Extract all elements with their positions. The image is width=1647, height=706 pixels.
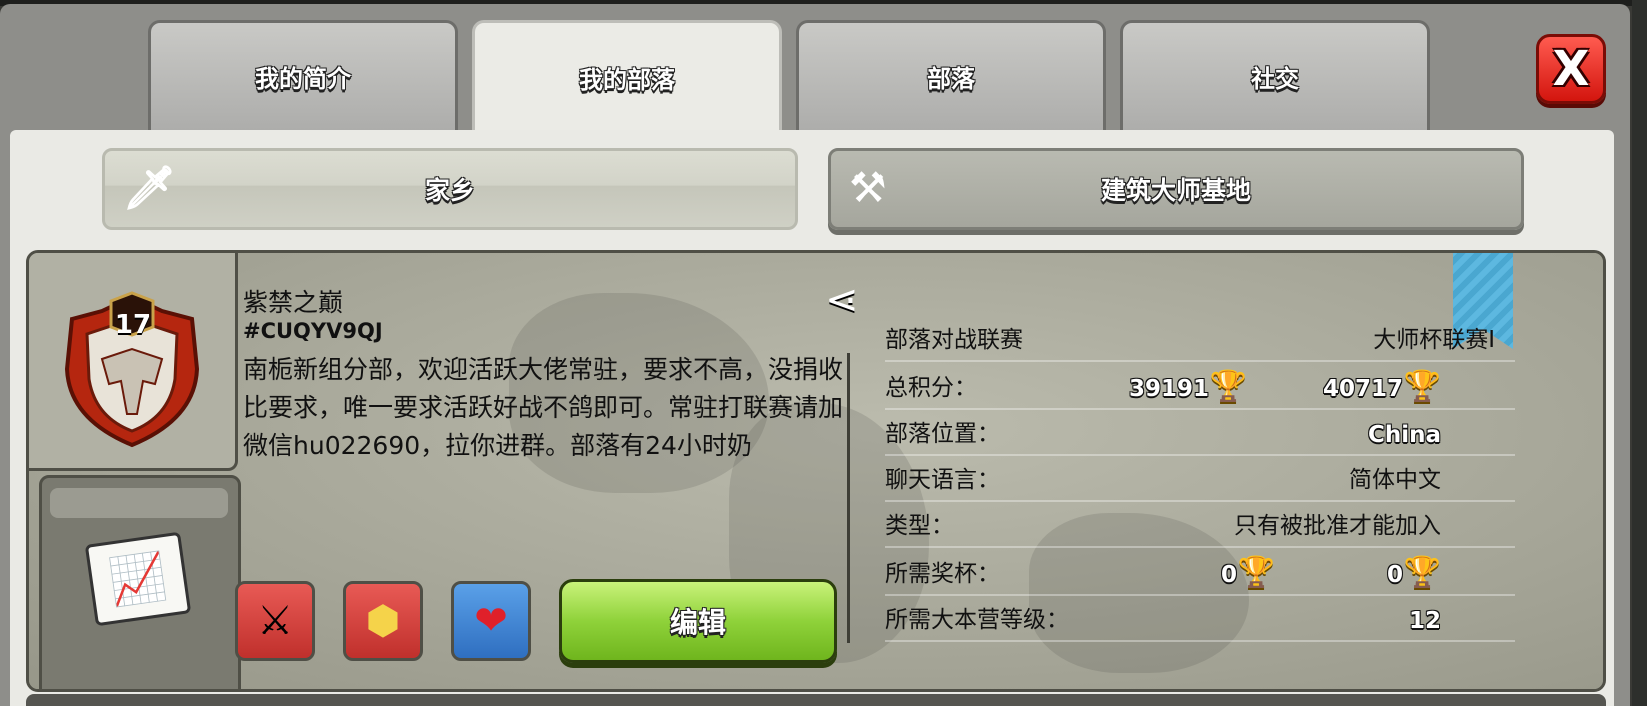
chat-language-value: 简体中文 <box>1349 467 1441 493</box>
clan-type-value: 只有被批准才能加入 <box>1234 513 1441 539</box>
required-townhall-value: 12 <box>1408 608 1441 634</box>
graph-icon: 📈 <box>84 531 192 627</box>
required-trophies-builder: 0 <box>1386 562 1403 588</box>
home-village-tab[interactable]: 🗡 家乡 <box>102 148 798 230</box>
builder-points-value: 40717 <box>1322 376 1403 402</box>
required-trophies-home: 0 <box>1220 562 1237 588</box>
clan-level: 17 <box>114 310 152 340</box>
background-edge <box>1632 0 1647 706</box>
clan-badge-box: 17 <box>29 253 238 471</box>
clan-perks-button[interactable]: ❤ <box>451 581 531 661</box>
trophy-icon: 🏆 <box>1237 555 1275 590</box>
tab-social[interactable]: 社交 <box>1120 20 1430 130</box>
crossed-axes-icon: ⚒ <box>849 163 887 212</box>
tab-my-profile[interactable]: 我的简介 <box>148 20 458 130</box>
clan-screen: 我的简介 我的部落 部落 社交 X 🗡 家乡 ⚒ 建筑大师基地 17 📈 紫禁之… <box>0 0 1647 706</box>
required-townhall-label: 所需大本营等级： <box>885 607 1069 633</box>
close-icon: X <box>1552 41 1590 97</box>
required-townhall-row: 所需大本营等级： 12 <box>885 596 1515 642</box>
trophy-icon: 🏆 <box>1403 555 1441 590</box>
share-icon[interactable]: ⋖ <box>825 277 859 323</box>
tab-my-clan[interactable]: 我的部落 <box>472 20 782 132</box>
home-village-label: 家乡 <box>424 176 475 205</box>
close-button[interactable]: X <box>1536 34 1606 104</box>
location-row: 部落位置： China <box>885 410 1515 456</box>
war-league-row: 部落对战联赛 大师杯联赛I <box>885 316 1515 362</box>
total-points-label: 总积分： <box>885 375 977 401</box>
home-points-value: 39191 <box>1128 376 1209 402</box>
clan-stats-box[interactable]: 📈 <box>39 475 241 689</box>
tab-label: 部落 <box>927 65 975 93</box>
clan-name: 紫禁之巅 <box>243 288 344 317</box>
clan-type-row: 类型： 只有被批准才能加入 <box>885 502 1515 548</box>
clan-tag: #CUQYV9QJ <box>243 319 383 343</box>
builder-base-label: 建筑大师基地 <box>1100 176 1251 205</box>
clan-war-button[interactable]: ⚔ <box>235 581 315 661</box>
league-badge-icon: ⬢ <box>365 598 401 644</box>
location-value: China <box>1367 422 1441 448</box>
total-points-row: 总积分： 39191 🏆 40717 🏆 <box>885 364 1515 410</box>
required-trophies-label: 所需奖杯： <box>885 561 1000 587</box>
required-trophies-row: 所需奖杯： 0 🏆 0 🏆 <box>885 550 1515 596</box>
bottom-edge <box>26 694 1606 706</box>
war-league-label: 部落对战联赛 <box>885 327 1023 353</box>
stats-header-bar <box>50 488 228 518</box>
builder-base-tab[interactable]: ⚒ 建筑大师基地 <box>828 148 1524 230</box>
column-divider <box>847 353 850 643</box>
chat-language-row: 聊天语言： 简体中文 <box>885 456 1515 502</box>
edit-clan-button[interactable]: 编辑 <box>559 579 837 663</box>
trophy-icon: 🏆 <box>1403 369 1441 404</box>
trophy-icon: 🏆 <box>1209 369 1247 404</box>
clan-type-label: 类型： <box>885 513 954 539</box>
tab-label: 我的部落 <box>579 66 675 94</box>
tab-label: 我的简介 <box>255 65 351 93</box>
clan-description: 南栀新组分部，欢迎活跃大佬常驻，要求不高，没捐收比要求，唯一要求活跃好战不鸽即可… <box>243 355 844 460</box>
war-league-value: 大师杯联赛I <box>1373 327 1495 353</box>
location-label: 部落位置： <box>885 421 1000 447</box>
edit-label: 编辑 <box>669 606 726 639</box>
tab-label: 社交 <box>1251 65 1299 93</box>
crossed-swords-shield-icon: ⚔ <box>257 598 293 644</box>
war-league-button[interactable]: ⬢ <box>343 581 423 661</box>
chat-language-label: 聊天语言： <box>885 467 1000 493</box>
heart-icon: ❤ <box>474 598 508 644</box>
sword-icon: 🗡 <box>123 163 177 212</box>
tab-clans[interactable]: 部落 <box>796 20 1106 130</box>
